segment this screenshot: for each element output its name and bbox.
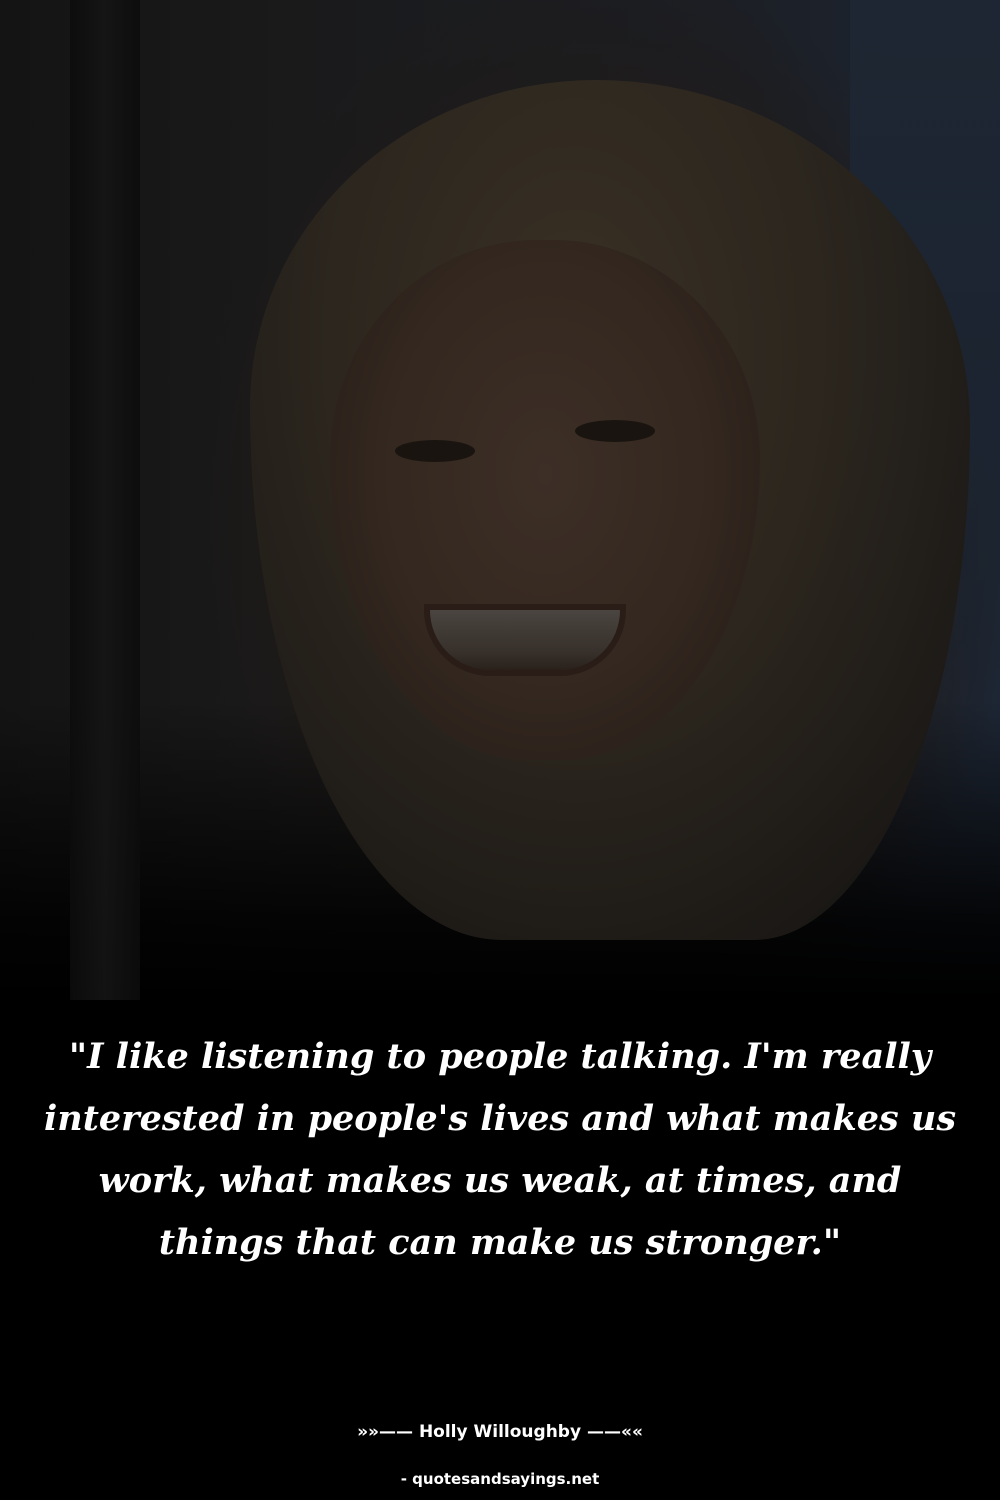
source-credit: - quotesandsayings.net <box>400 1470 600 1488</box>
quote-text: "I like listening to people talking. I'm… <box>43 1036 957 1263</box>
background-photo <box>0 0 1000 1000</box>
portrait-right-eye <box>575 420 655 442</box>
quote-card: "I like listening to people talking. I'm… <box>0 0 1000 1500</box>
background-pole <box>70 0 140 1000</box>
author-line: »»—— Holly Willoughby ——«« <box>357 1422 643 1442</box>
portrait-smile <box>430 610 620 670</box>
portrait-left-eye <box>395 440 475 462</box>
